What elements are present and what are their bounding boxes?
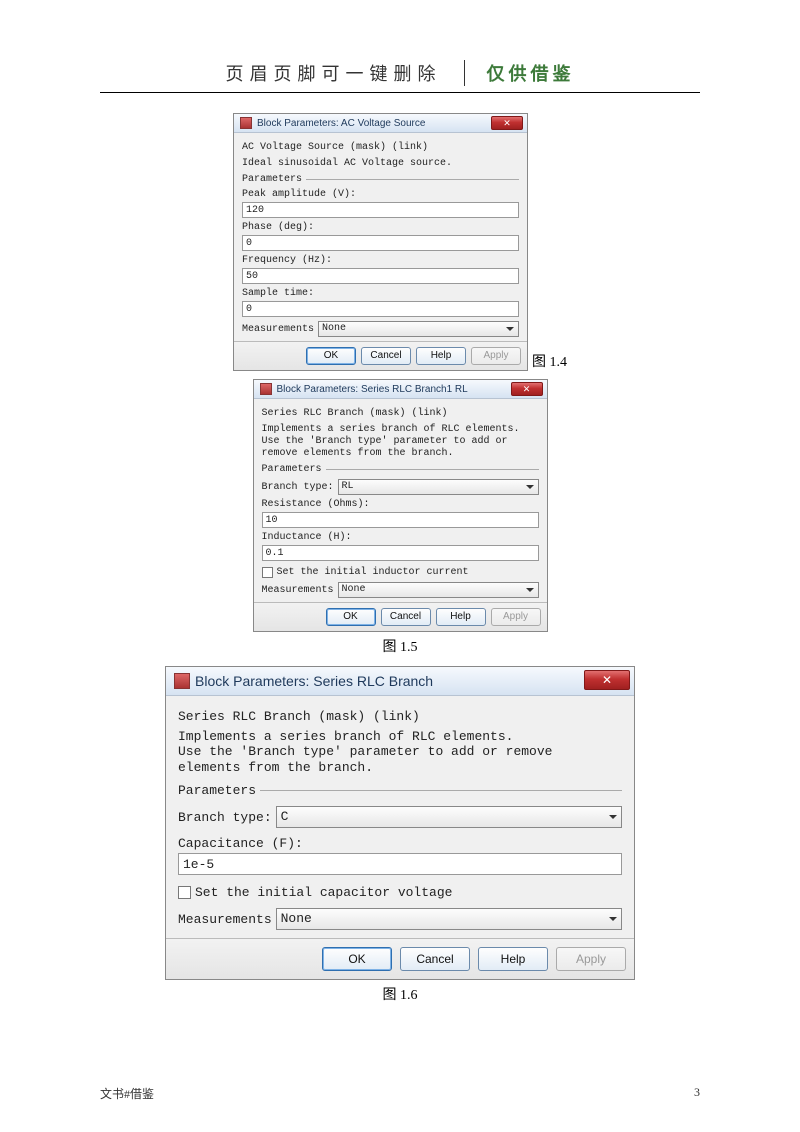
window-title: Block Parameters: Series RLC Branch1 RL xyxy=(277,384,468,395)
initial-inductor-label: Set the initial inductor current xyxy=(277,567,469,578)
window-title: Block Parameters: AC Voltage Source xyxy=(257,118,425,129)
header-right-text: 仅供借鉴 xyxy=(473,60,575,86)
header-rule xyxy=(100,92,700,93)
freq-input[interactable] xyxy=(242,268,519,284)
measurements-select[interactable]: None xyxy=(338,582,539,598)
apply-button[interactable]: Apply xyxy=(556,947,626,971)
titlebar[interactable]: Block Parameters: Series RLC Branch1 RL … xyxy=(254,380,547,399)
apply-button[interactable]: Apply xyxy=(491,608,541,626)
phase-label: Phase (deg): xyxy=(242,222,519,233)
section-title: Parameters xyxy=(178,783,256,798)
description: Implements a series branch of RLC elemen… xyxy=(178,729,622,776)
inductance-label: Inductance (H): xyxy=(262,532,539,543)
section-title: Parameters xyxy=(262,464,322,475)
footer-page-number: 3 xyxy=(694,1085,700,1102)
close-button[interactable]: ✕ xyxy=(511,382,543,396)
resistance-input[interactable] xyxy=(262,512,539,528)
app-icon xyxy=(240,117,252,129)
figure-caption-1-4: 图 1.4 xyxy=(532,351,567,371)
inductance-input[interactable] xyxy=(262,545,539,561)
mask-line: Series RLC Branch (mask) (link) xyxy=(178,709,622,725)
cancel-button[interactable]: Cancel xyxy=(381,608,431,626)
apply-button[interactable]: Apply xyxy=(471,347,521,365)
sample-input[interactable] xyxy=(242,301,519,317)
help-button[interactable]: Help xyxy=(436,608,486,626)
branch-type-select[interactable]: RL xyxy=(338,479,539,495)
help-button[interactable]: Help xyxy=(478,947,548,971)
measurements-select[interactable]: None xyxy=(318,321,519,337)
freq-label: Frequency (Hz): xyxy=(242,255,519,266)
window-title: Block Parameters: Series RLC Branch xyxy=(195,673,433,689)
dialog-series-rlc-c: Block Parameters: Series RLC Branch ✕ Se… xyxy=(165,666,635,980)
branch-type-select[interactable]: C xyxy=(276,806,622,828)
cancel-button[interactable]: Cancel xyxy=(361,347,411,365)
description: Implements a series branch of RLC elemen… xyxy=(262,424,539,460)
initial-capacitor-label: Set the initial capacitor voltage xyxy=(195,885,452,900)
initial-capacitor-checkbox[interactable] xyxy=(178,886,191,899)
figure-caption-1-6: 图 1.6 xyxy=(383,984,418,1004)
close-button[interactable]: ✕ xyxy=(584,670,630,690)
footer-left: 文书#借鉴 xyxy=(100,1085,154,1102)
dialog-series-rlc-rl: Block Parameters: Series RLC Branch1 RL … xyxy=(253,379,548,632)
app-icon xyxy=(260,383,272,395)
mask-line: AC Voltage Source (mask) (link) xyxy=(242,142,519,154)
measurements-select[interactable]: None xyxy=(276,908,622,930)
sample-label: Sample time: xyxy=(242,288,519,299)
measurements-label: Measurements xyxy=(262,585,334,596)
section-title: Parameters xyxy=(242,174,302,185)
ok-button[interactable]: OK xyxy=(326,608,376,626)
peak-label: Peak amplitude (V): xyxy=(242,189,519,200)
dialog-ac-voltage-source: Block Parameters: AC Voltage Source ✕ AC… xyxy=(233,113,528,371)
page-header: 页眉页脚可一键删除 仅供借鉴 xyxy=(100,60,700,86)
measurements-label: Measurements xyxy=(242,324,314,335)
button-row: OK Cancel Help Apply xyxy=(254,602,547,631)
page-footer: 文书#借鉴 3 xyxy=(100,1085,700,1102)
measurements-label: Measurements xyxy=(178,912,272,927)
mask-line: Series RLC Branch (mask) (link) xyxy=(262,408,539,420)
ok-button[interactable]: OK xyxy=(322,947,392,971)
cancel-button[interactable]: Cancel xyxy=(400,947,470,971)
capacitance-input[interactable] xyxy=(178,853,622,875)
titlebar[interactable]: Block Parameters: AC Voltage Source ✕ xyxy=(234,114,527,133)
close-button[interactable]: ✕ xyxy=(491,116,523,130)
header-divider xyxy=(464,60,465,86)
ok-button[interactable]: OK xyxy=(306,347,356,365)
figure-caption-1-5: 图 1.5 xyxy=(383,636,418,656)
help-button[interactable]: Help xyxy=(416,347,466,365)
capacitance-label: Capacitance (F): xyxy=(178,836,622,851)
initial-inductor-checkbox[interactable] xyxy=(262,567,273,578)
branch-type-label: Branch type: xyxy=(178,810,272,825)
header-left-text: 页眉页脚可一键删除 xyxy=(226,60,456,86)
button-row: OK Cancel Help Apply xyxy=(166,938,634,979)
phase-input[interactable] xyxy=(242,235,519,251)
resistance-label: Resistance (Ohms): xyxy=(262,499,539,510)
app-icon xyxy=(174,673,190,689)
description: Ideal sinusoidal AC Voltage source. xyxy=(242,158,519,170)
titlebar[interactable]: Block Parameters: Series RLC Branch ✕ xyxy=(166,667,634,696)
branch-type-label: Branch type: xyxy=(262,482,334,493)
button-row: OK Cancel Help Apply xyxy=(234,341,527,370)
peak-input[interactable] xyxy=(242,202,519,218)
